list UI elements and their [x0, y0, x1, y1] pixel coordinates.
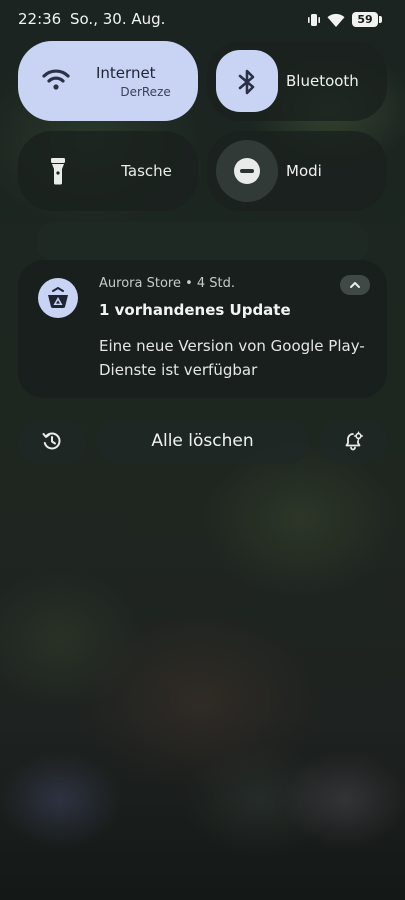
- flashlight-tile-label: eTasche: [121, 162, 172, 180]
- modes-tile[interactable]: Modi: [207, 131, 387, 211]
- notification-title: 1 vorhandenes Update: [99, 301, 291, 319]
- bluetooth-tile[interactable]: Bluetooth: [207, 41, 387, 121]
- modes-toggle[interactable]: [216, 140, 278, 202]
- internet-tile-label: Internet: [96, 64, 156, 82]
- battery-icon: 59: [352, 12, 382, 28]
- notification-history-button[interactable]: [18, 419, 86, 464]
- notification-body: Eine neue Version von Google Play-Dienst…: [99, 337, 365, 379]
- bluetooth-toggle[interactable]: [216, 50, 278, 112]
- bluetooth-tile-label: Bluetooth: [286, 72, 359, 90]
- quick-settings-page-indicator: [36, 222, 369, 262]
- history-icon: [42, 432, 61, 450]
- clear-all-label: Alle löschen: [151, 431, 254, 451]
- status-bar: 22:36 So., 30. Aug. 59: [0, 0, 405, 40]
- notification-card[interactable]: Aurora Store • 4 Std. 1 vorhandenes Upda…: [18, 260, 387, 398]
- clear-all-button[interactable]: Alle löschen: [95, 419, 310, 464]
- chevron-up-icon: [350, 282, 360, 288]
- flashlight-icon: [51, 158, 65, 185]
- wifi-icon: [42, 69, 70, 90]
- notification-expand-button[interactable]: [340, 275, 370, 295]
- notification-header: Aurora Store • 4 Std.: [99, 276, 236, 291]
- modes-tile-label: Modi: [286, 162, 322, 180]
- vibrate-icon: [308, 14, 320, 26]
- aurora-store-icon: [38, 278, 78, 318]
- bluetooth-icon: [238, 69, 255, 95]
- notification-settings-icon: [345, 431, 363, 451]
- date: So., 30. Aug.: [70, 10, 166, 28]
- clock: 22:36: [18, 10, 62, 28]
- internet-tile-network: erDerReze: [120, 85, 171, 99]
- flashlight-tile[interactable]: eTasche: [18, 131, 198, 211]
- battery-level: 59: [357, 13, 373, 26]
- do-not-disturb-icon: [234, 158, 260, 184]
- notification-settings-button[interactable]: [320, 419, 387, 464]
- internet-tile[interactable]: Internet erDerReze: [18, 41, 198, 121]
- wifi-icon: [327, 13, 345, 27]
